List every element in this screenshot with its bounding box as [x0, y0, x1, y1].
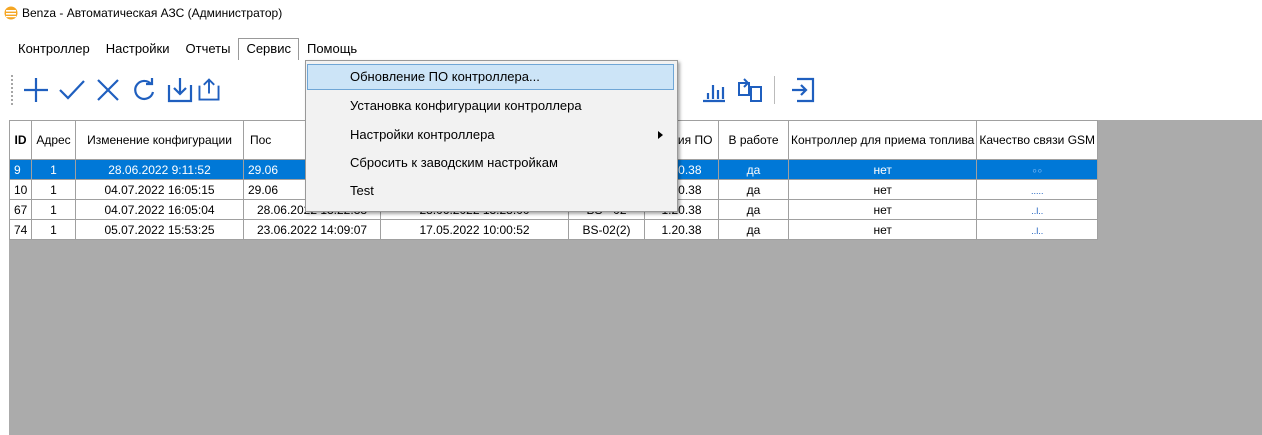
cell-working[interactable]: да [718, 179, 789, 200]
menu-settings[interactable]: Настройки [98, 38, 178, 60]
cell-col6[interactable]: BS-02(2) [568, 219, 645, 240]
gsm-signal-icon: ..l.. [1031, 205, 1044, 216]
menu-item-controller-settings[interactable]: Настройки контроллера [308, 123, 673, 147]
cell-id[interactable]: 9 [9, 159, 32, 180]
service-dropdown-menu: Обновление ПО контроллера... Установка к… [305, 60, 678, 212]
cell-fuel-controller[interactable]: нет [787, 219, 978, 240]
exit-icon [792, 77, 815, 103]
menu-service[interactable]: Сервис [238, 38, 299, 60]
exit-button[interactable] [786, 72, 822, 108]
toolbar-separator [774, 76, 775, 104]
gsm-signal-icon: ..l.. [1031, 225, 1044, 236]
confirm-button[interactable] [54, 72, 90, 108]
menu-bar: Контроллер Настройки Отчеты Сервис Помощ… [10, 38, 365, 60]
menu-reports[interactable]: Отчеты [178, 38, 239, 60]
transfer-button[interactable] [732, 72, 768, 108]
upload-button[interactable] [196, 72, 222, 108]
cell-id[interactable]: 10 [9, 179, 32, 200]
cell-config-change[interactable]: 04.07.2022 16:05:15 [75, 179, 244, 200]
plus-icon [24, 78, 48, 102]
menu-item-label: Установка конфигурации контроллера [350, 98, 582, 113]
toolbar-grip[interactable] [10, 74, 14, 106]
gsm-signal-icon: ⸰⸰ [1032, 165, 1043, 176]
reports-button[interactable] [696, 72, 732, 108]
submenu-arrow-icon [658, 131, 663, 139]
menu-item-label: Обновление ПО контроллера... [350, 69, 540, 84]
benza-logo-icon [4, 6, 18, 20]
header-id[interactable]: ID [9, 120, 32, 160]
cell-config-change[interactable]: 28.06.2022 9:11:52 [75, 159, 244, 180]
header-working[interactable]: В работе [718, 120, 789, 160]
header-address[interactable]: Адрес [31, 120, 76, 160]
cell-address[interactable]: 1 [31, 159, 76, 180]
cell-gsm[interactable]: ⸰⸰ [976, 159, 1099, 180]
cell-config-change[interactable]: 04.07.2022 16:05:04 [75, 199, 244, 220]
menu-help[interactable]: Помощь [299, 38, 365, 60]
cell-fuel-controller[interactable]: нет [787, 159, 978, 180]
cell-fuel-controller[interactable]: нет [787, 199, 978, 220]
upload-icon [198, 78, 220, 101]
cell-id[interactable]: 67 [9, 199, 32, 220]
cell-gsm[interactable]: ..... [976, 179, 1099, 200]
header-gsm-quality[interactable]: Качество связи GSM [976, 120, 1099, 160]
cell-address[interactable]: 1 [31, 179, 76, 200]
title-bar: Benza - Автоматическая АЗС (Администрато… [0, 0, 1262, 30]
header-fuel-controller[interactable]: Контроллер для приема топлива [787, 120, 978, 160]
check-icon [59, 80, 85, 100]
download-button[interactable] [162, 72, 198, 108]
cell-address[interactable]: 1 [31, 219, 76, 240]
menu-item-label: Сбросить к заводским настройкам [350, 155, 558, 170]
cell-version[interactable]: 1.20.38 [644, 219, 719, 240]
transfer-icon [738, 78, 762, 102]
menu-item-label: Настройки контроллера [350, 127, 495, 142]
cross-icon [97, 79, 119, 101]
menu-item-install-config[interactable]: Установка конфигурации контроллера [308, 94, 673, 118]
cell-address[interactable]: 1 [31, 199, 76, 220]
menu-controller[interactable]: Контроллер [10, 38, 98, 60]
refresh-button[interactable] [126, 72, 162, 108]
cell-gsm[interactable]: ..l.. [976, 219, 1099, 240]
cell-config-change[interactable]: 05.07.2022 15:53:25 [75, 219, 244, 240]
gsm-signal-icon: ..... [1030, 185, 1044, 196]
cell-fuel-controller[interactable]: нет [787, 179, 978, 200]
delete-button[interactable] [90, 72, 126, 108]
cell-working[interactable]: да [718, 159, 789, 180]
chart-icon [703, 85, 725, 103]
cell-last[interactable]: 23.06.2022 14:09:07 [243, 219, 381, 240]
menu-item-firmware-update[interactable]: Обновление ПО контроллера... [307, 64, 674, 90]
header-config-change[interactable]: Изменение конфигурации [75, 120, 244, 160]
menu-item-test[interactable]: Test [308, 179, 673, 203]
refresh-icon [134, 78, 155, 101]
download-icon [167, 78, 193, 103]
cell-gsm[interactable]: ..l.. [976, 199, 1099, 220]
window-title: Benza - Автоматическая АЗС (Администрато… [22, 6, 283, 20]
cell-col5[interactable]: 17.05.2022 10:00:52 [380, 219, 569, 240]
menu-item-factory-reset[interactable]: Сбросить к заводским настройкам [308, 151, 673, 175]
cell-working[interactable]: да [718, 199, 789, 220]
menu-item-label: Test [350, 183, 374, 198]
cell-id[interactable]: 74 [9, 219, 32, 240]
cell-working[interactable]: да [718, 219, 789, 240]
table-row[interactable]: 74 1 05.07.2022 15:53:25 23.06.2022 14:0… [9, 219, 1099, 240]
add-button[interactable] [18, 72, 54, 108]
